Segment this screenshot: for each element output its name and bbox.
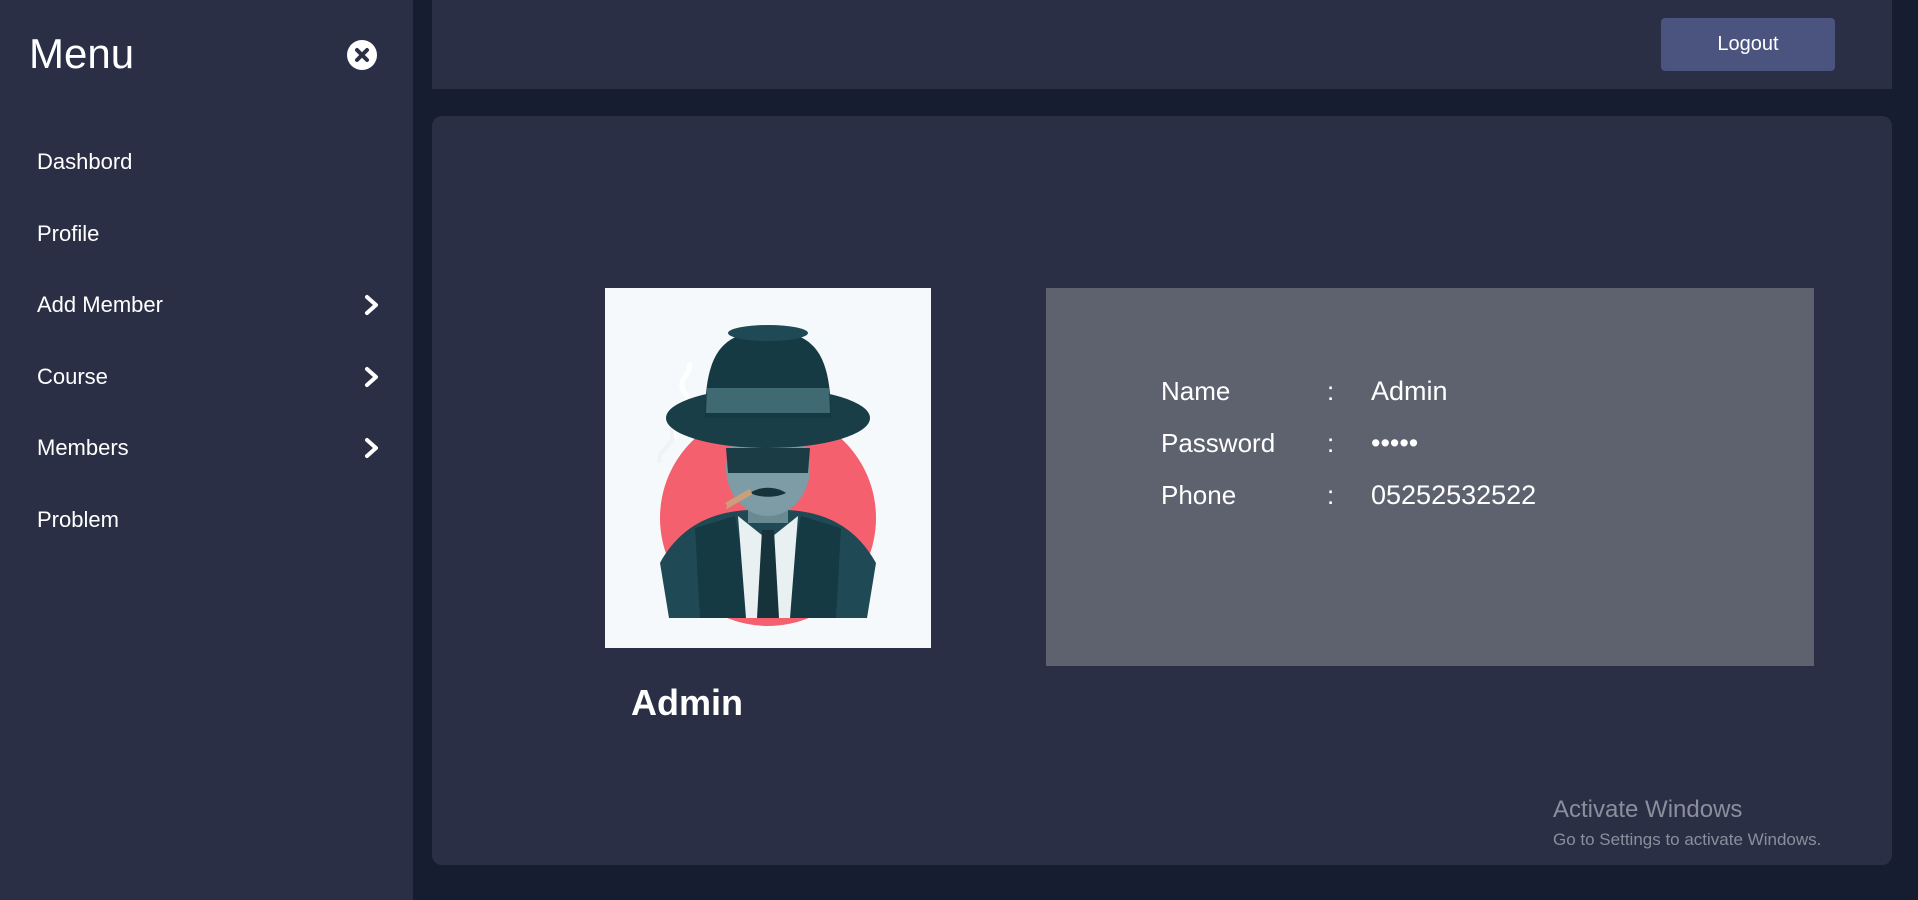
detective-avatar-icon (657, 325, 876, 626)
top-bar: Logout (432, 0, 1892, 89)
watermark-subtitle: Go to Settings to activate Windows. (1553, 830, 1822, 849)
close-sidebar-button[interactable] (347, 40, 377, 70)
info-row-name: Name : Admin (1046, 376, 1814, 416)
sidebar-item-add-member[interactable]: Add Member (0, 268, 413, 340)
sidebar-item-label: Course (37, 363, 108, 389)
profile-info-panel: Name : Admin Password : ••••• Phone : 05… (1046, 288, 1814, 666)
sidebar-item-problem[interactable]: Problem (0, 483, 413, 555)
sidebar-item-dashboard[interactable]: Dashbord (0, 125, 413, 197)
sidebar-item-course[interactable]: Course (0, 340, 413, 412)
sidebar-item-label: Dashbord (37, 149, 133, 174)
sidebar-item-profile[interactable]: Profile (0, 197, 413, 269)
field-separator: : (1327, 480, 1335, 510)
chevron-right-icon (365, 366, 378, 387)
activate-windows-watermark: Activate Windows Go to Settings to activ… (1553, 796, 1821, 850)
chevron-right-icon (365, 295, 378, 315)
avatar-name: Admin (631, 682, 743, 723)
field-value: Admin (1371, 376, 1448, 406)
info-row-phone: Phone : 05252532522 (1046, 480, 1814, 520)
sidebar-item-label: Problem (37, 506, 119, 532)
sidebar-item-members[interactable]: Members (0, 411, 413, 483)
menu-title: Menu (29, 30, 135, 77)
field-separator: : (1327, 376, 1335, 406)
watermark-title: Activate Windows (1553, 796, 1743, 823)
logout-button[interactable]: Logout (1661, 18, 1835, 71)
avatar (605, 288, 931, 648)
field-label: Password (1161, 428, 1276, 458)
sidebar-item-label: Members (37, 435, 129, 460)
field-separator: : (1327, 428, 1335, 458)
sidebar-item-label: Add Member (37, 292, 163, 317)
info-row-password: Password : ••••• (1046, 428, 1814, 468)
field-value: 05252532522 (1371, 480, 1537, 510)
close-icon (355, 48, 369, 62)
sidebar: Menu Dashbord Profile Add Member Course … (0, 0, 413, 900)
field-value: ••••• (1371, 428, 1419, 458)
profile-card: Admin Name : Admin Password : ••••• Phon… (432, 116, 1892, 865)
field-label: Phone (1161, 480, 1237, 510)
chevron-right-icon (365, 438, 378, 458)
field-label: Name (1161, 376, 1231, 406)
sidebar-item-label: Profile (37, 220, 100, 246)
sidebar-nav: Dashbord Profile Add Member Course Membe… (0, 125, 413, 554)
